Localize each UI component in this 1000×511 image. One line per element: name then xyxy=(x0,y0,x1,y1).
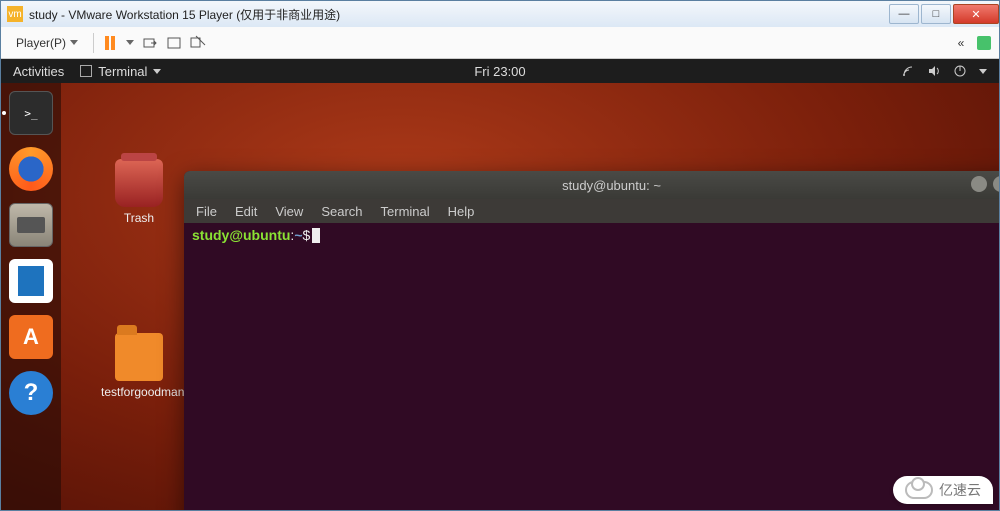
player-menu[interactable]: Player(P) xyxy=(9,33,85,53)
tab-indicator-icon[interactable] xyxy=(977,36,991,50)
fullscreen-button[interactable] xyxy=(166,35,182,51)
dropdown-icon xyxy=(979,69,987,74)
cloud-icon xyxy=(905,481,933,499)
dock-firefox[interactable] xyxy=(9,147,53,191)
dock-files[interactable] xyxy=(9,203,53,247)
active-app-menu[interactable]: Terminal xyxy=(80,64,161,79)
network-icon[interactable] xyxy=(901,64,915,78)
folder-label: testforgoodman xyxy=(101,385,177,399)
dropdown-icon xyxy=(70,40,78,45)
minimize-button[interactable]: — xyxy=(889,4,919,24)
watermark: 亿速云 xyxy=(893,476,993,504)
window-title: study - VMware Workstation 15 Player (仅用… xyxy=(29,6,887,23)
dock-terminal[interactable]: >_ xyxy=(9,91,53,135)
prompt-userhost: study@ubuntu xyxy=(192,227,290,243)
close-button[interactable]: ✕ xyxy=(953,4,999,24)
maximize-button[interactable]: □ xyxy=(921,4,951,24)
pause-button[interactable] xyxy=(102,35,118,51)
cursor xyxy=(312,228,320,243)
gnome-top-bar: Activities Terminal Fri 23:00 xyxy=(1,59,999,83)
menu-terminal[interactable]: Terminal xyxy=(381,204,430,219)
active-app-label: Terminal xyxy=(98,64,147,79)
vmware-window: vm study - VMware Workstation 15 Player … xyxy=(0,0,1000,511)
trash-label: Trash xyxy=(101,211,177,225)
prompt-end: $ xyxy=(303,227,311,243)
dock-help[interactable]: ? xyxy=(9,371,53,415)
player-menu-label: Player(P) xyxy=(16,36,66,50)
vmware-toolbar: Player(P) « xyxy=(1,27,999,59)
desktop-trash[interactable]: Trash xyxy=(101,159,177,225)
menu-view[interactable]: View xyxy=(275,204,303,219)
watermark-label: 亿速云 xyxy=(939,480,981,500)
terminal-icon xyxy=(80,65,92,77)
ubuntu-desktop[interactable]: Activities Terminal Fri 23:00 >_ A ? xyxy=(1,59,999,510)
trash-icon xyxy=(115,159,163,207)
menu-search[interactable]: Search xyxy=(321,204,362,219)
prompt-path: ~ xyxy=(294,227,302,243)
folder-icon xyxy=(115,333,163,381)
dock: >_ A ? xyxy=(1,83,61,510)
terminal-window[interactable]: study@ubuntu: ~ File Edit View Search Te… xyxy=(184,171,999,510)
vmware-icon: vm xyxy=(7,6,23,22)
clock[interactable]: Fri 23:00 xyxy=(474,64,525,79)
window-titlebar[interactable]: vm study - VMware Workstation 15 Player … xyxy=(1,1,999,27)
unity-button[interactable] xyxy=(190,35,206,51)
dropdown-icon[interactable] xyxy=(126,40,134,45)
terminal-menubar: File Edit View Search Terminal Help xyxy=(184,199,999,223)
terminal-minimize-button[interactable] xyxy=(971,176,987,192)
dock-libreoffice[interactable] xyxy=(9,259,53,303)
dock-software[interactable]: A xyxy=(9,315,53,359)
desktop-folder-testforgoodman[interactable]: testforgoodman xyxy=(101,333,177,399)
terminal-maximize-button[interactable] xyxy=(993,176,999,192)
terminal-title: study@ubuntu: ~ xyxy=(562,178,661,193)
terminal-body[interactable]: study@ubuntu:~$ xyxy=(184,223,999,247)
menu-file[interactable]: File xyxy=(196,204,217,219)
system-tray[interactable] xyxy=(901,64,987,78)
separator xyxy=(93,33,94,53)
dropdown-icon xyxy=(153,69,161,74)
collapse-button[interactable]: « xyxy=(953,35,969,51)
power-icon[interactable] xyxy=(953,64,967,78)
send-keys-button[interactable] xyxy=(142,35,158,51)
menu-edit[interactable]: Edit xyxy=(235,204,257,219)
activities-button[interactable]: Activities xyxy=(13,64,64,79)
menu-help[interactable]: Help xyxy=(448,204,475,219)
volume-icon[interactable] xyxy=(927,64,941,78)
terminal-titlebar[interactable]: study@ubuntu: ~ xyxy=(184,171,999,199)
